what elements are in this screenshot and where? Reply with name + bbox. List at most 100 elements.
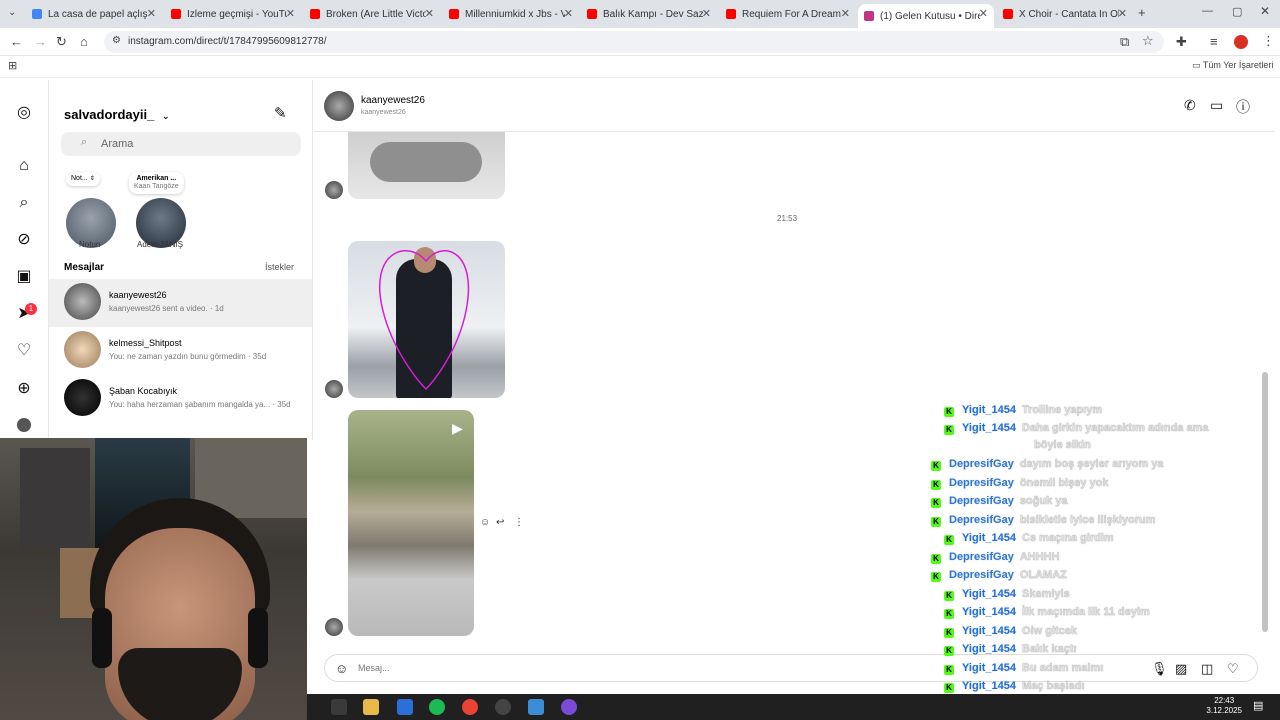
apps-grid-icon[interactable]: ⊞ [8, 59, 17, 72]
tab-close-icon[interactable]: ✕ [147, 7, 156, 20]
steam-icon[interactable] [528, 699, 544, 715]
reload-icon[interactable]: ↻ [56, 34, 67, 50]
reply-icon[interactable]: ↩ [496, 517, 504, 528]
kick-badge-icon: K [944, 407, 954, 417]
profile-avatar[interactable] [1234, 35, 1248, 49]
reels-icon[interactable]: ▣ [15, 268, 33, 286]
media-icon[interactable]: ≡ [1210, 34, 1218, 49]
tab-close-icon[interactable]: ✕ [425, 7, 434, 20]
browser-tab[interactable]: Broken (Are Little Victorie✕ [304, 4, 440, 24]
chat-username: Yigit_1454 [962, 588, 1017, 600]
kick-badge-icon: K [944, 535, 954, 545]
chat-scrollbar[interactable] [1262, 132, 1268, 638]
chat-name[interactable]: kaanyewest26 [361, 95, 425, 106]
conversation-item[interactable]: kaanyewest26 kaanyewest26 sent a video. … [49, 279, 312, 327]
message-video[interactable]: ▶ [348, 410, 474, 636]
minimize-icon[interactable]: — [1202, 5, 1213, 17]
file-explorer-icon[interactable] [331, 699, 347, 715]
tab-close-icon[interactable]: ✕ [702, 7, 711, 20]
extensions-icon[interactable]: ✚ [1176, 34, 1187, 50]
requests-link[interactable]: İstekler [265, 262, 294, 272]
search-input[interactable]: ⌕ Arama [61, 132, 301, 156]
browser-tab[interactable]: Requiem For A Dream - S✕ [720, 4, 856, 24]
site-info-icon[interactable]: ⚙ [112, 35, 121, 46]
vscode-icon[interactable] [397, 699, 413, 715]
scrollbar-thumb[interactable] [1262, 372, 1268, 632]
tab-title: Millenniumkid x Jbs - Vielle [465, 8, 565, 20]
chat-message: soğuk ya [1019, 495, 1068, 507]
profile-avatar-icon[interactable] [17, 418, 31, 432]
home-icon[interactable]: ⌂ [15, 157, 33, 175]
bookmark-star-icon[interactable]: ☆ [1142, 33, 1154, 49]
tab-favicon-icon [32, 9, 42, 19]
taskbar-clock[interactable]: 22:43 3.12.2025 [1206, 696, 1242, 716]
back-icon[interactable]: ← [10, 34, 23, 49]
notification-badge: 1 [25, 303, 37, 315]
tab-close-icon[interactable]: ✕ [1118, 7, 1127, 20]
browser-tab[interactable]: (1) Gelen Kutusu • Direct ✕ [858, 4, 994, 28]
bookmarks-bar: ⊞ ▭ Tüm Yer İşaretleri [0, 56, 1280, 78]
phone-call-icon[interactable]: ✆ [1184, 97, 1196, 114]
emoji-icon[interactable]: ☺ [335, 661, 348, 676]
folder-icon[interactable] [363, 699, 379, 715]
notification-center-icon[interactable]: ▤ [1253, 699, 1263, 712]
spotify-icon[interactable] [429, 699, 445, 715]
obs-icon[interactable] [495, 699, 511, 715]
chat-message: Maç başladı [1022, 680, 1085, 692]
forward-icon[interactable]: → [34, 34, 47, 49]
instagram-nav-rail: ◎ ⌂ ⌕ ⊘ ▣ ➤ 1 ♡ ⊕ [0, 80, 49, 440]
tab-close-icon[interactable]: ✕ [564, 7, 573, 20]
stream-chat-line: K DepresifGay önemli bişey yok [931, 477, 1109, 490]
chrome-icon[interactable] [462, 699, 478, 715]
kick-badge-icon: K [944, 646, 954, 656]
browser-tab[interactable]: X Choir - Cantata In Old ✕ [997, 4, 1133, 24]
account-switcher[interactable]: salvadordayii_ ⌄ [64, 107, 170, 122]
tab-title: Balık Kampı - Dev Sazan Av [603, 8, 703, 20]
conversation-item[interactable]: Şaban Kocabıyık You: haha herzaman şaban… [49, 375, 312, 423]
close-window-icon[interactable]: ✕ [1260, 4, 1270, 18]
note-bubble-self[interactable]: Not... ⇕ [66, 172, 100, 186]
explore-icon[interactable]: ⊘ [15, 231, 33, 249]
instagram-logo-icon[interactable]: ◎ [15, 104, 33, 122]
menu-icon[interactable]: ⋮ [1262, 33, 1275, 49]
message-photo-2[interactable] [348, 241, 505, 398]
install-icon[interactable]: ⧉ [1120, 34, 1129, 50]
browser-tab[interactable]: Millenniumkid x Jbs - Vielle✕ [443, 4, 579, 24]
message-photo-1[interactable] [348, 132, 505, 199]
url-field[interactable]: ⚙ instagram.com/direct/t/178479956098127… [104, 31, 1164, 53]
notifications-heart-icon[interactable]: ♡ [15, 342, 33, 360]
info-icon[interactable]: ⓘ [1236, 97, 1250, 117]
restore-icon[interactable]: ▢ [1232, 5, 1242, 18]
stream-chat-line: K DepresifGay dayım boş şeyler arıyom ya [931, 458, 1164, 471]
tab-close-icon[interactable]: ✕ [286, 7, 295, 20]
home-icon[interactable]: ⌂ [80, 34, 88, 49]
browser-tab[interactable]: Balık Kampı - Dev Sazan Av✕ [581, 4, 717, 24]
chat-username: DepresifGay [949, 477, 1014, 489]
search-icon[interactable]: ⌕ [15, 194, 33, 212]
discord-icon[interactable] [561, 699, 577, 715]
note-name-adem: Adem TANIŞ [137, 240, 183, 249]
chat-message: Bu adam malmı [1022, 662, 1104, 674]
browser-tab[interactable]: La casa de papel açlış şarkı✕ [26, 4, 162, 24]
tab-close-icon[interactable]: ✕ [841, 7, 850, 20]
note-bubble-adem[interactable]: Amerikan ... Kaan Tangöze [129, 172, 184, 194]
stream-chat-line: K DepresifGay soğuk ya [931, 495, 1068, 508]
note-text: Not... [71, 175, 88, 182]
all-bookmarks[interactable]: ▭ Tüm Yer İşaretleri [1192, 60, 1273, 71]
tab-search-icon[interactable]: ⌄ [8, 7, 16, 18]
chat-message: Daha girkin yapacaktım adında ama [1022, 422, 1209, 434]
video-call-icon[interactable]: ▭ [1210, 97, 1223, 114]
chat-avatar[interactable] [324, 91, 354, 121]
new-tab-icon[interactable]: + [1138, 5, 1146, 20]
react-emoji-icon[interactable]: ☺ [480, 517, 490, 528]
browser-tab[interactable]: İzleme geçmişi - YouTube✕ [165, 4, 301, 24]
more-options-icon[interactable]: ⋮ [514, 517, 524, 528]
message-timestamp: 21:53 [777, 214, 798, 223]
tab-favicon-icon [310, 9, 320, 19]
stream-chat-line: K Yigit_1454 Balık kaçtı [944, 643, 1077, 656]
tab-close-icon[interactable]: ✕ [979, 7, 988, 20]
conversation-list-panel: salvadordayii_ ⌄ ✎ ⌕ Arama Not... ⇕ Notu… [49, 80, 313, 440]
conversation-item[interactable]: kelmessi_Shitpost You: ne zaman yazdın b… [49, 327, 312, 375]
new-message-icon[interactable]: ✎ [274, 104, 287, 122]
create-icon[interactable]: ⊕ [15, 380, 33, 398]
